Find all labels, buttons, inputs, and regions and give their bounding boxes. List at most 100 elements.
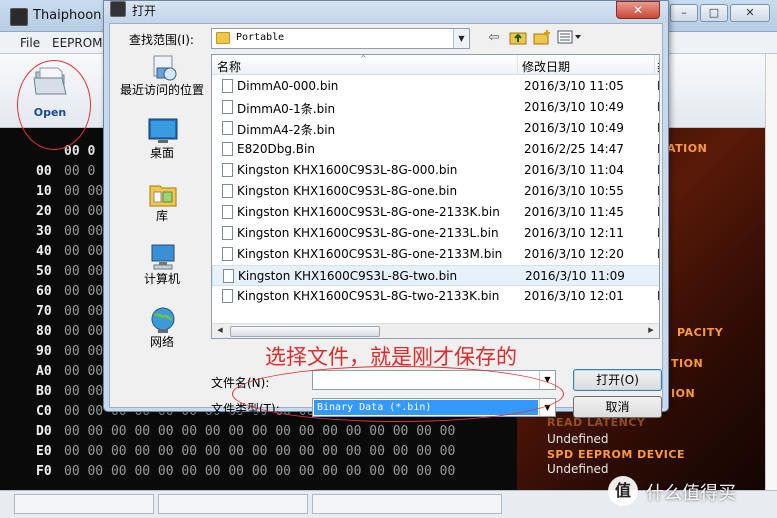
file-icon [222, 100, 233, 114]
place-recent[interactable]: 最近访问的位置 [116, 54, 208, 116]
dialog-close-button[interactable]: ✕ [616, 1, 660, 19]
file-row[interactable]: Kingston KHX1600C9S3L-8G-one-2133L.bin 20… [212, 223, 659, 244]
info-heading: TION [671, 357, 704, 370]
file-type-cell: I [658, 269, 659, 283]
libraries-icon [149, 185, 177, 207]
place-computer[interactable]: 计算机 [116, 243, 208, 305]
file-row[interactable]: Kingston KHX1600C9S3L-8G-one-2133M.bin 20… [212, 244, 659, 265]
open-file-dialog: 打开 ✕ 查找范围(I): Portable ▼ ⇦ 最近访问的位置 桌面 库 … [103, 0, 669, 418]
file-name: Kingston KHX1600C9S3L-8G-two.bin [238, 269, 458, 283]
info-heading: ATION [667, 142, 708, 155]
watermark-text: 什么值得买 [646, 483, 736, 504]
info-heading: ION [671, 387, 696, 400]
file-row[interactable]: E820Dbg.Bin 2016/2/25 14:47 I [212, 139, 659, 160]
file-row[interactable]: Kingston KHX1600C9S3L-8G-000.bin 2016/3/1… [212, 160, 659, 181]
column-type-header[interactable]: 类 [657, 58, 659, 75]
file-name: E820Dbg.Bin [237, 142, 315, 156]
file-name: DimmA0-1条.bin [237, 102, 336, 116]
hex-address: 70 [36, 304, 52, 319]
dialog-body: 查找范围(I): Portable ▼ ⇦ 最近访问的位置 桌面 库 计算机 网… [109, 23, 663, 418]
file-name: Kingston KHX1600C9S3L-8G-one-2133K.bin [237, 205, 500, 219]
hex-bytes: 00 00 00 00 00 00 00 00 00 00 00 00 00 0… [64, 464, 456, 479]
scroll-right-icon[interactable]: ▶ [645, 326, 657, 337]
column-divider[interactable] [517, 55, 518, 75]
file-modified-date: 2016/3/10 12:01 [524, 289, 624, 303]
column-name-header[interactable]: 名称 [217, 58, 241, 75]
file-name: DimmA4-2条.bin [237, 123, 336, 137]
hex-row: F0 00 00 00 00 00 00 00 00 00 00 00 00 00… [36, 464, 516, 484]
file-icon [222, 289, 233, 303]
horizontal-scrollbar[interactable]: ◀ ▶ [212, 323, 659, 338]
place-network[interactable]: 网络 [116, 306, 208, 368]
file-row[interactable]: DimmA0-000.bin 2016/3/10 11:05 I [212, 76, 659, 97]
file-type-cell: I [657, 289, 659, 303]
up-folder-icon[interactable] [508, 29, 528, 47]
file-icon [222, 247, 233, 261]
file-row[interactable]: DimmA0-1条.bin 2016/3/10 10:49 I [212, 97, 659, 118]
chevron-down-icon[interactable]: ▼ [453, 29, 469, 48]
watermark-logo: 值 [608, 476, 638, 506]
scrollbar-thumb[interactable] [230, 326, 380, 337]
file-name: Kingston KHX1600C9S3L-8G-one-2133L.bin [237, 226, 499, 240]
place-libraries[interactable]: 库 [116, 180, 208, 242]
column-divider[interactable] [654, 55, 655, 75]
menu-file[interactable]: File [20, 36, 40, 50]
look-in-dropdown[interactable]: Portable ▼ [211, 28, 470, 49]
maximize-button[interactable]: □ [700, 4, 728, 22]
hex-address: C0 [36, 404, 52, 419]
hex-address: 10 [36, 184, 52, 199]
hex-row: E0 00 00 00 00 00 00 00 00 00 00 00 00 00… [36, 444, 516, 464]
file-icon [222, 121, 233, 135]
file-list-header: ^ 名称 修改日期 类 [212, 54, 659, 75]
cancel-button[interactable]: 取消 [573, 396, 662, 418]
close-button[interactable]: ✕ [730, 4, 770, 22]
back-arrow-icon[interactable]: ⇦ [484, 29, 504, 47]
file-type-cell: I [657, 100, 659, 114]
place-label: 网络 [149, 335, 174, 349]
sort-ascending-icon: ^ [360, 54, 367, 63]
file-name: Kingston KHX1600C9S3L-8G-one.bin [237, 184, 458, 198]
file-type-cell: I [657, 142, 659, 156]
minimize-button[interactable]: – [670, 4, 698, 22]
view-menu-icon[interactable] [556, 29, 584, 47]
annotation-circle-open [17, 60, 91, 150]
file-row[interactable]: Kingston KHX1600C9S3L-8G-two-2133K.bin 20… [212, 286, 659, 307]
file-icon [222, 226, 233, 240]
file-list[interactable]: ^ 名称 修改日期 类 DimmA0-000.bin 2016/3/10 11:0… [211, 54, 660, 339]
dialog-title-bar: 打开 ✕ [104, 1, 668, 23]
open-button[interactable]: 打开(O) [573, 369, 662, 391]
file-row[interactable]: Kingston KHX1600C9S3L-8G-one-2133K.bin 20… [212, 202, 659, 223]
file-row[interactable]: Kingston KHX1600C9S3L-8G-one.bin 2016/3/1… [212, 181, 659, 202]
column-date-header[interactable]: 修改日期 [522, 58, 570, 75]
place-label: 库 [155, 209, 168, 223]
file-modified-date: 2016/3/10 11:09 [525, 269, 625, 283]
status-cell [158, 494, 308, 514]
hex-row: D0 00 00 00 00 00 00 00 00 00 00 00 00 00… [36, 424, 516, 444]
menu-eeprom[interactable]: EEPROM [52, 36, 103, 50]
hex-bytes: 00 0 [64, 164, 96, 179]
new-folder-icon[interactable] [532, 29, 552, 47]
hex-address: 30 [36, 224, 52, 239]
hex-address: 60 [36, 284, 52, 299]
file-type-cell: I [657, 226, 659, 240]
place-label: 桌面 [149, 146, 174, 160]
file-name: DimmA0-000.bin [237, 79, 339, 93]
place-desktop[interactable]: 桌面 [116, 117, 208, 179]
scroll-left-icon[interactable]: ◀ [214, 326, 226, 337]
look-in-value: Portable [236, 32, 285, 43]
hex-address: A0 [36, 364, 52, 379]
file-row[interactable]: Kingston KHX1600C9S3L-8G-two.bin 2016/3/1… [212, 265, 659, 286]
file-modified-date: 2016/3/10 12:20 [524, 247, 624, 261]
file-type-cell: I [657, 247, 659, 261]
file-name: Kingston KHX1600C9S3L-8G-one-2133M.bin [237, 247, 503, 261]
folder-icon [216, 32, 230, 44]
file-modified-date: 2016/3/10 11:04 [524, 163, 624, 177]
file-row[interactable]: DimmA4-2条.bin 2016/3/10 10:49 I [212, 118, 659, 139]
info-value: Undefined [547, 432, 609, 446]
hex-address: F0 [36, 464, 52, 479]
file-icon [222, 205, 233, 219]
file-modified-date: 2016/2/25 14:47 [524, 142, 624, 156]
file-modified-date: 2016/3/10 10:55 [524, 184, 624, 198]
hex-address: B0 [36, 384, 52, 399]
status-cell [312, 494, 502, 514]
